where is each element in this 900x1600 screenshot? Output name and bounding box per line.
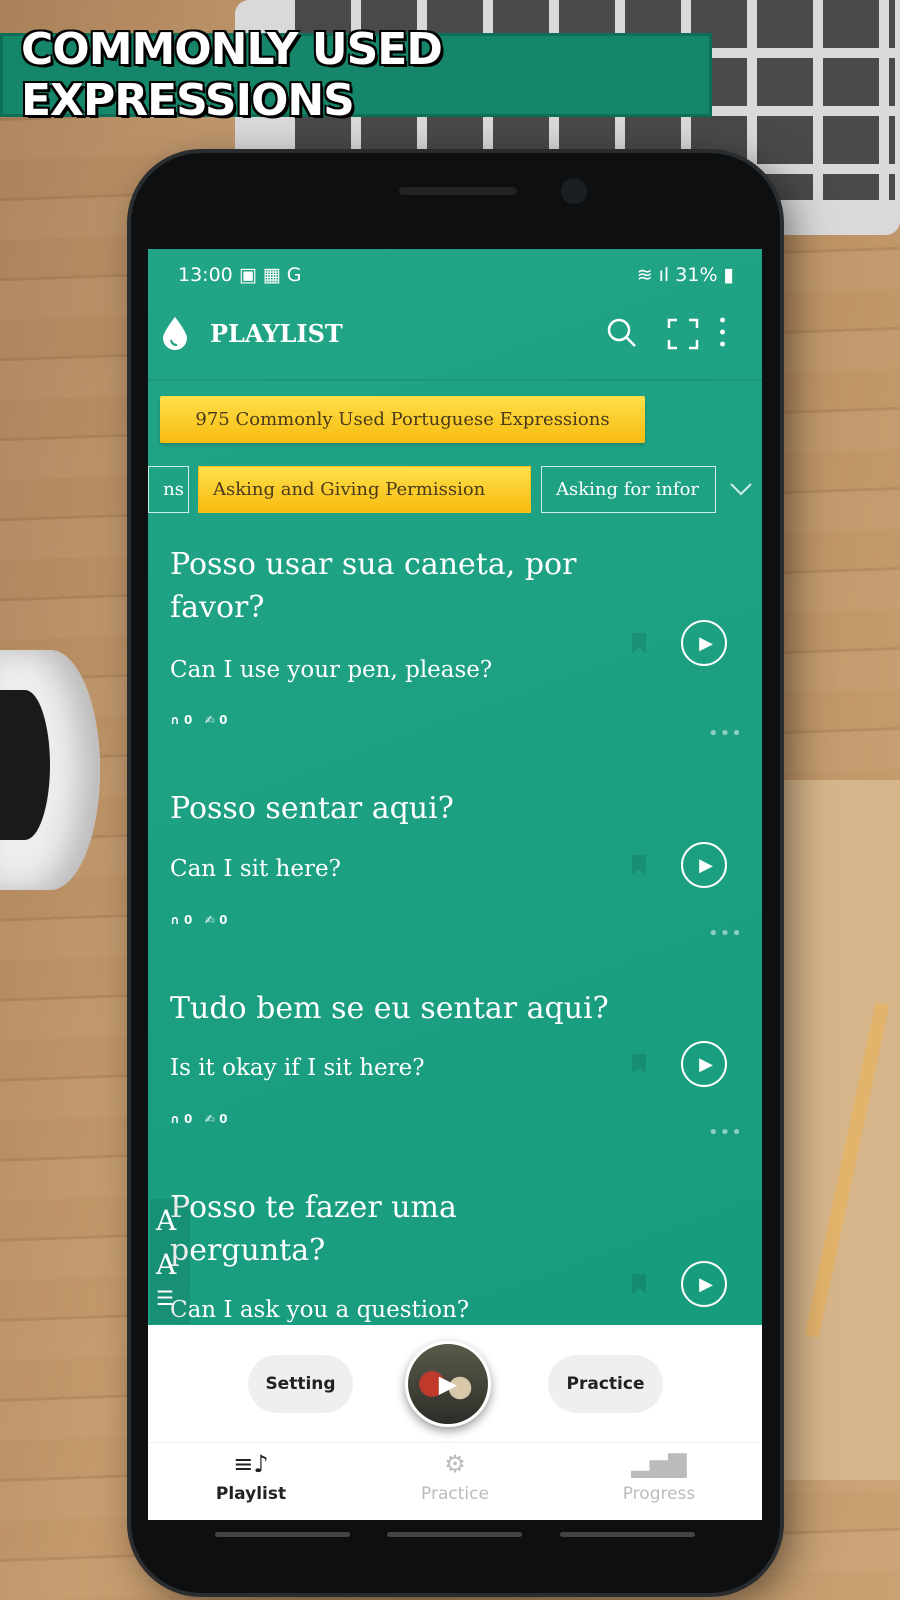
expression-stats: ∩ 0 ✍ 0 [170, 1112, 228, 1126]
status-bar-left: 13:00 ▣ ▦ G [178, 264, 302, 286]
play-button[interactable]: ▶ [681, 620, 727, 666]
nav-divider [148, 1442, 762, 1443]
item-more-icon[interactable]: ••• [708, 723, 743, 744]
text-size-tools: A A ☰ [150, 1199, 190, 1324]
practice-button[interactable]: Practice [548, 1355, 663, 1413]
playlist-selector[interactable]: 975 Commonly Used Portuguese Expressions [160, 396, 645, 443]
item-more-icon[interactable]: ••• [708, 923, 743, 944]
play-button[interactable]: ▶ [681, 1261, 727, 1307]
notebook [780, 780, 900, 1480]
more-options-icon[interactable]: · · · [718, 308, 728, 358]
bookmark-icon[interactable] [632, 1054, 646, 1074]
header-divider [148, 379, 762, 381]
drop-logo-icon [163, 317, 187, 350]
expression-english: Can I ask you a question? [170, 1297, 470, 1323]
headphones-icon: ∩ [170, 913, 180, 927]
category-chip-selected[interactable]: Asking and Giving Permission [198, 466, 531, 513]
text-align-icon[interactable]: ☰ [156, 1287, 190, 1309]
expression-english: Can I use your pen, please? [170, 657, 493, 683]
status-time: 13:00 [178, 264, 233, 286]
play-button[interactable]: ▶ [681, 1041, 727, 1087]
wifi-signal-icon: ≋ ıl [636, 264, 670, 286]
play-button[interactable]: ▶ [681, 842, 727, 888]
practice-icon: ✍ [204, 1112, 215, 1126]
category-chip[interactable]: ns [148, 466, 189, 513]
bookmark-icon[interactable] [632, 855, 646, 875]
expression-stats: ∩ 0 ✍ 0 [170, 913, 228, 927]
status-bar-right: ≋ ıl 31% ▮ [637, 264, 734, 286]
nav-label: Playlist [215, 1484, 287, 1504]
battery-icon: ▮ [717, 264, 734, 286]
font-increase-button[interactable]: A [156, 1199, 190, 1243]
battery-percent: 31% [675, 264, 718, 286]
nav-progress[interactable]: ▂▅▇ Progress [589, 1450, 729, 1504]
coffee-mug [0, 650, 100, 890]
font-decrease-button[interactable]: A [156, 1243, 190, 1287]
nav-practice[interactable]: ⚙ Practice [385, 1450, 525, 1504]
expression-stats: ∩ 0 ✍ 0 [170, 713, 228, 727]
expression-portuguese: Tudo bem se eu sentar aqui? [170, 991, 609, 1026]
nav-playlist[interactable]: ≡♪ Playlist [181, 1450, 321, 1504]
promo-title: COMMONLY USED EXPRESSIONS [21, 24, 443, 126]
promo-title-banner: COMMONLY USED EXPRESSIONS [0, 24, 712, 126]
fullscreen-icon[interactable] [667, 318, 699, 350]
setting-button[interactable]: Setting [248, 1355, 353, 1413]
item-more-icon[interactable]: ••• [708, 1122, 743, 1143]
search-icon[interactable] [606, 317, 638, 349]
expression-portuguese: Posso te fazer uma pergunta? [170, 1190, 457, 1268]
headphones-icon: ∩ [170, 713, 180, 727]
bookmark-icon[interactable] [632, 633, 646, 653]
expression-portuguese: Posso sentar aqui? [170, 791, 454, 826]
expression-portuguese: Posso usar sua caneta, por favor? [170, 547, 577, 625]
bar-chart-icon: ▂▅▇ [631, 1450, 687, 1478]
playlist-icon: ≡♪ [233, 1450, 269, 1478]
practice-icon: ✍ [204, 913, 215, 927]
player-panel: Setting ▶ Practice ≡♪ Playlist ⚙ Practice … [148, 1325, 762, 1520]
brain-gear-icon: ⚙ [444, 1450, 466, 1478]
app-screen: 13:00 ▣ ▦ G ≋ ıl 31% ▮ PLAYLIST · · · 975 … [148, 249, 762, 1520]
camera-icon [561, 178, 587, 204]
expression-english: Can I sit here? [170, 856, 341, 882]
gesture-bar [215, 1532, 350, 1537]
bookmark-icon[interactable] [632, 1274, 646, 1294]
page-title: PLAYLIST [210, 319, 343, 348]
headphones-icon: ∩ [170, 1112, 180, 1126]
chevron-down-icon[interactable] [729, 481, 753, 497]
nav-label: Practice [421, 1484, 489, 1504]
expression-english: Is it okay if I sit here? [170, 1055, 425, 1081]
practice-icon: ✍ [204, 713, 215, 727]
notification-icons: ▣ ▦ G [238, 264, 302, 286]
nav-label: Progress [622, 1484, 696, 1504]
category-chip[interactable]: Asking for infor [541, 466, 716, 513]
gesture-bar [560, 1532, 695, 1537]
gesture-bar [387, 1532, 522, 1537]
player-play-button[interactable]: ▶ [405, 1341, 491, 1427]
